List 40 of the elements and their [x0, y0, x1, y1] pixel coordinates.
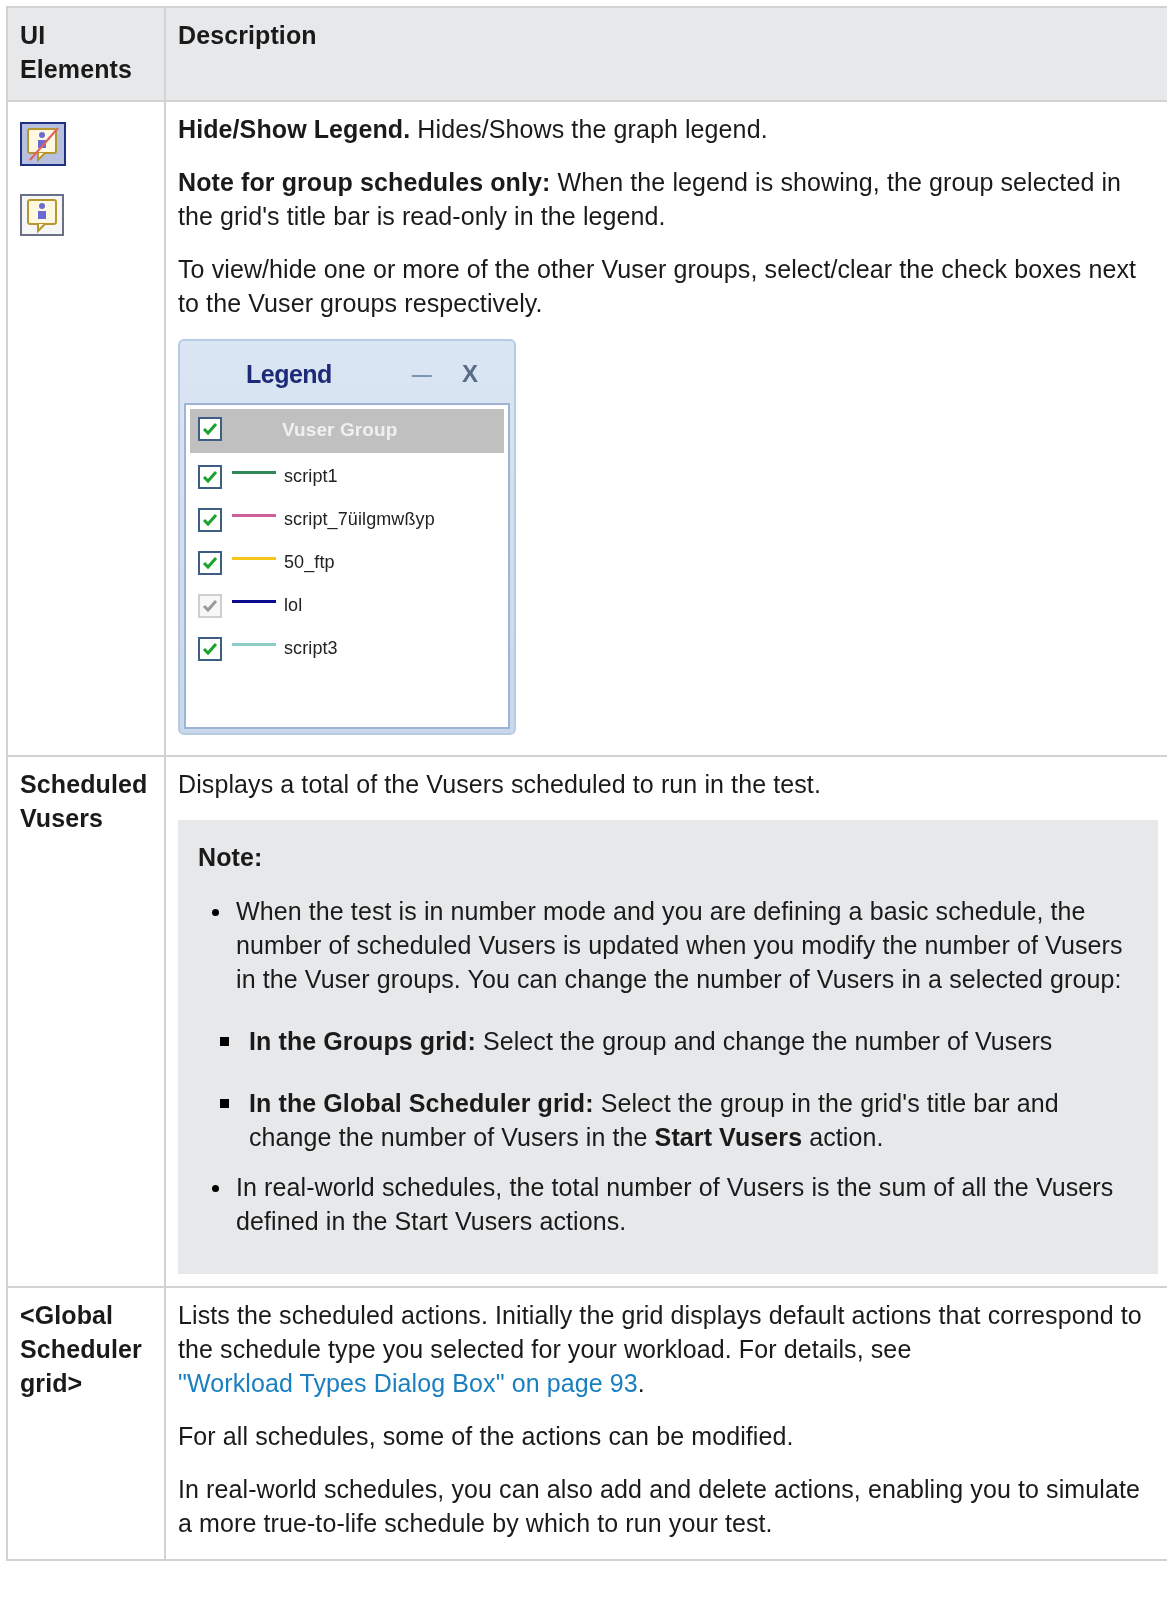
list-item: In real-world schedules, the total number of Vusers is the sum of all the Vusers defined in the Start Vusers actions.	[236, 1172, 1115, 1237]
element-name: Scheduled Vusers	[20, 769, 149, 834]
show-legend-icon[interactable]	[20, 194, 64, 236]
checkbox[interactable]	[198, 637, 222, 661]
note-title: Note:	[198, 842, 264, 873]
checkbox[interactable]	[198, 508, 222, 532]
check-icon	[202, 642, 218, 656]
legend-title: Legend	[246, 359, 332, 390]
list-item: In the Groups grid: Select the group and change the number of Vusers	[249, 1026, 1053, 1057]
check-icon	[202, 599, 218, 613]
series-label[interactable]: script1	[284, 459, 338, 493]
description-text: Note for group schedules only: When the legend is showing, the group selected in the grid's title bar is read-only in the legend.	[178, 167, 1123, 232]
close-button[interactable]: X	[461, 357, 478, 391]
list-item: When the test is in number mode and you are defining a basic schedule, the number of scheduled Vusers is updated when you modify the number of Vusers in the Vuser groups. You can change the number of Vusers in a selected group:	[236, 896, 1124, 995]
checkbox[interactable]	[198, 551, 222, 575]
description-text: Hide/Show Legend. Hides/Shows the graph legend.	[178, 114, 769, 145]
check-icon	[202, 422, 218, 436]
checkbox[interactable]	[198, 465, 222, 489]
checkbox[interactable]	[198, 417, 222, 441]
page-link[interactable]: "Workload Types Dialog Box" on page 93	[178, 1369, 638, 1397]
column-header: Description	[178, 20, 317, 51]
description-text: In real-world schedules, you can also add and delete actions, enabling you to simulate a more true-to-life schedule by which to run your test.	[178, 1474, 1141, 1539]
list-item: In the Global Scheduler grid: Select the group in the grid's title bar and change the number of Vusers in the Start Vusers action.	[249, 1088, 1060, 1153]
bullet-icon	[212, 909, 219, 916]
bullet-icon	[220, 1099, 229, 1108]
series-label[interactable]: script_7üilgmwßyp	[284, 502, 435, 536]
column-header: UI Elements	[20, 20, 133, 85]
check-icon	[202, 513, 218, 527]
description-text: Displays a total of the Vusers scheduled to run in the test.	[178, 769, 822, 800]
bullet-icon	[212, 1185, 219, 1192]
description-text: To view/hide one or more of the other Vuser groups, select/clear the check boxes next to the Vuser groups respectively.	[178, 254, 1138, 319]
hide-legend-icon[interactable]	[20, 122, 66, 166]
element-name: <Global Scheduler grid>	[20, 1300, 143, 1399]
bullet-icon	[220, 1037, 229, 1046]
series-label[interactable]: 50_ftp	[284, 545, 335, 579]
check-icon	[202, 556, 218, 570]
check-icon	[202, 470, 218, 484]
description-text: Lists the scheduled actions. Initially the grid displays default actions that correspond to the schedule type you selected for your workload. For details, see "Workload Types Dialog Box" on page 93.	[178, 1300, 1143, 1399]
description-text: For all schedules, some of the actions can be modified.	[178, 1421, 795, 1452]
series-label[interactable]: script3	[284, 631, 338, 665]
